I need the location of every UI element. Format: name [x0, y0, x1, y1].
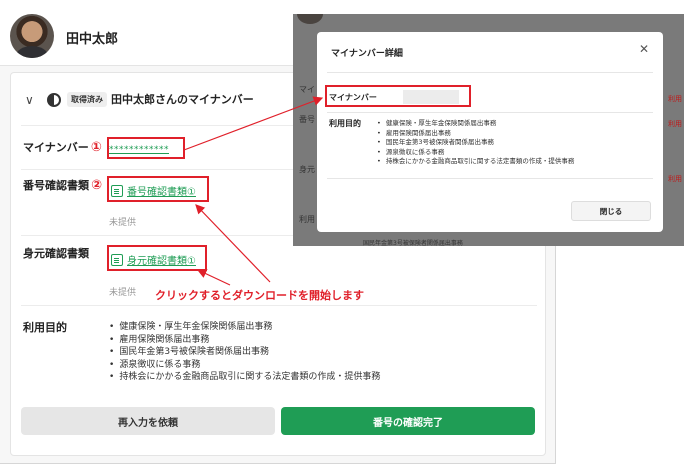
download-annotation: クリックするとダウンロードを開始します	[155, 289, 364, 302]
modal-my-number-label: マイナンバー	[329, 93, 377, 102]
close-button[interactable]: 閉じる	[571, 201, 651, 221]
list-item: 健康保険・厚生年金保険関係届出事務	[377, 119, 574, 129]
modal-screenshot: マイ 番号 身元 利用 国民年金第3号被保険者関係届出事務 利用 利用 利用 マ…	[293, 14, 684, 246]
status-badge: 取得済み	[67, 92, 107, 107]
purpose-list: 健康保険・厚生年金保険関係届出事務 雇用保険関係届出事務 国民年金第3号被保険者…	[109, 321, 380, 384]
modal-title: マイナンバー詳細	[331, 49, 403, 59]
list-item: 持株会にかかる金融商品取引に関する法定書類の作成・提供事務	[377, 157, 575, 167]
list-item: 持株会にかかる金融商品取引に関する法定書類の作成・提供事務	[109, 371, 380, 384]
modal-purpose-list: 健康保険・厚生年金保険関係届出事務 雇用保険関係届出事務 国民年金第3号被保険者…	[377, 119, 575, 167]
identity-doc-link[interactable]: 身元確認書類①	[111, 252, 196, 267]
chevron-down-icon[interactable]: ∨	[25, 93, 34, 107]
list-item: 健康保険・厚生年金保険関係届出事務	[109, 321, 380, 334]
profile-name: 田中太郎	[66, 32, 119, 47]
avatar	[10, 14, 54, 58]
divider	[21, 305, 537, 306]
bg-row-label: 番号	[299, 115, 315, 124]
list-item: 源泉徴収に係る事務	[109, 359, 380, 372]
bg-list-item: 国民年金第3号被保険者関係届出事務	[363, 240, 463, 246]
list-item: 国民年金第3号被保険者関係届出事務	[377, 138, 574, 148]
document-icon	[111, 184, 123, 197]
list-item: 国民年金第3号被保険者関係届出事務	[109, 346, 380, 359]
identity-doc-label: 身元確認書類	[23, 247, 89, 260]
status-half-circle-icon	[47, 93, 61, 107]
reenter-request-button[interactable]: 再入力を依頼	[21, 407, 275, 435]
my-number-masked-link[interactable]: ************	[109, 145, 169, 155]
marker-2: ②	[91, 178, 103, 193]
document-icon	[111, 253, 123, 266]
divider	[327, 72, 653, 73]
number-doc-label: 番号確認書類 ②	[23, 178, 103, 193]
my-number-detail-modal: マイナンバー詳細 ✕ マイナンバー 利用目的 健康保険・厚生年金保険関係届出事務…	[317, 32, 663, 232]
card-title: 田中太郎さんのマイナンバー	[111, 93, 254, 106]
bg-partial-title: マイ	[299, 85, 315, 94]
marker-1: ①	[90, 140, 102, 155]
divider	[327, 112, 653, 113]
list-item: 雇用保険関係届出事務	[377, 129, 574, 139]
list-item: 源泉徴収に係る事務	[377, 148, 574, 158]
close-icon[interactable]: ✕	[639, 42, 649, 56]
list-item: 雇用保険関係届出事務	[109, 334, 380, 347]
bg-red-text: 利用	[668, 120, 682, 128]
confirm-number-button[interactable]: 番号の確認完了	[281, 407, 535, 435]
identity-doc-not-provided: 未提供	[109, 288, 137, 298]
modal-my-number-value	[403, 90, 459, 104]
purpose-label: 利用目的	[23, 321, 67, 334]
bg-red-text: 利用	[668, 175, 682, 183]
bg-row-label: 身元	[299, 165, 315, 174]
number-doc-not-provided: 未提供	[109, 218, 137, 228]
number-doc-link[interactable]: 番号確認書類①	[111, 183, 196, 198]
divider	[327, 178, 653, 179]
avatar	[297, 14, 323, 24]
my-number-label: マイナンバー ①	[23, 140, 102, 155]
modal-purpose-label: 利用目的	[329, 119, 361, 128]
bg-row-label: 利用	[299, 215, 315, 224]
bg-red-text: 利用	[668, 95, 682, 103]
